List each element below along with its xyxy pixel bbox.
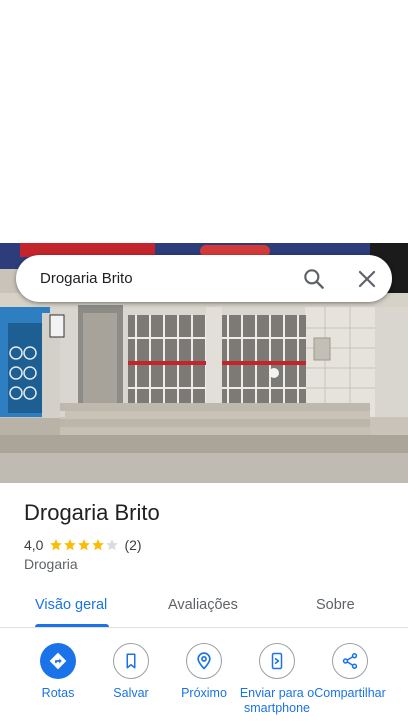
clear-search-button[interactable] [354,266,380,292]
star-icon [78,539,91,551]
review-count: (2) [124,537,142,553]
directions-button[interactable]: Rotas [20,643,96,701]
save-label: Salvar [113,686,149,700]
tabs-divider [0,627,408,628]
star-icon [64,539,77,551]
rating-value: 4,0 [24,537,44,553]
star-icon [106,539,119,551]
save-button[interactable]: Salvar [93,643,169,701]
star-icon [92,539,105,551]
send-to-phone-icon [271,652,283,670]
search-input[interactable]: Drogaria Brito [40,255,133,302]
search-button[interactable] [301,266,327,292]
bookmark-icon [126,653,136,669]
search-icon [304,269,324,289]
nearby-button[interactable]: Próximo [166,643,242,701]
rating-stars [49,538,119,552]
tab-overview[interactable]: Visão geral [35,585,107,625]
tab-about[interactable]: Sobre [316,585,355,625]
share-icon [342,653,358,669]
tab-reviews[interactable]: Avaliações [168,585,238,625]
directions-label: Rotas [41,686,75,700]
nearby-label: Próximo [181,686,227,700]
search-bar[interactable]: Drogaria Brito [16,255,392,302]
star-icon [50,539,63,551]
place-category[interactable]: Drogaria [24,556,78,572]
nearby-icon [197,652,211,670]
share-label: Compartilhar [314,686,386,700]
directions-icon [49,652,67,670]
rating-row[interactable]: 4,0 (2) [24,536,142,554]
send-to-phone-label: Enviar para o smartphone [239,686,315,715]
send-to-phone-button[interactable]: Enviar para o smartphone [239,643,315,716]
place-name: Drogaria Brito [24,500,160,525]
place-tabs: Visão geral Avaliações Sobre [0,585,408,628]
close-icon [358,270,376,288]
share-button[interactable]: Compartilhar [312,643,388,701]
